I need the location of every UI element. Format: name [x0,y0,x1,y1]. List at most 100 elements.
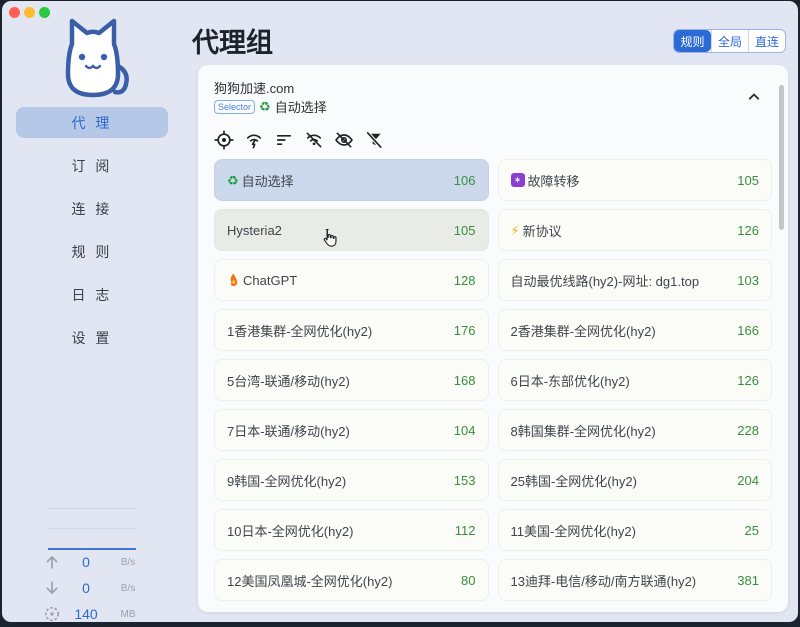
eye-off-icon [334,130,354,150]
arrow-down-icon [42,578,62,598]
proxy-node[interactable]: ✶故障转移 105 [498,159,773,201]
proxy-node-name: 2香港集群-全网优化(hy2) [511,321,734,340]
mode-button[interactable]: 规则 [674,30,711,52]
sidebar-item-0[interactable]: 代 理 [16,107,168,138]
stat-unit: B/s [110,557,146,568]
sidebar-item-label: 订 阅 [72,156,113,176]
proxy-node-latency: 126 [737,373,759,388]
filter-off-icon [364,130,384,150]
lightning-icon: ⚡ [511,224,520,237]
recycle-icon: ♻ [259,100,271,113]
proxy-node[interactable]: 8韩国集群-全网优化(hy2) 228 [498,409,773,451]
proxy-node-name: ✶故障转移 [511,171,734,190]
proxy-node[interactable]: 9韩国-全网优化(hy2) 153 [214,459,489,501]
speed-test-icon [244,130,264,150]
current-selected-node: 自动选择 [275,97,327,116]
recycle-icon: ♻ [227,174,239,187]
traffic-stats: 0 B/s 0 B/s 140 MB [42,549,152,622]
proxy-node[interactable]: 12美国凤凰城-全网优化(hy2) 80 [214,559,489,601]
eye-off-button[interactable] [334,130,354,150]
proxy-node-latency: 228 [737,423,759,438]
stat-row: 0 B/s [42,575,152,601]
group-name: 狗狗加速.com [214,78,294,97]
proxy-node-name: 8韩国集群-全网优化(hy2) [511,421,734,440]
globe-icon [42,604,62,622]
sidebar-item-5[interactable]: 设 置 [16,322,168,353]
failover-badge-icon: ✶ [511,173,525,187]
mode-switch: 规则全局直连 [673,29,786,53]
proxy-node-latency: 166 [737,323,759,338]
proxy-node[interactable]: Hysteria2 105 [214,209,489,251]
collapse-chevron-up-icon[interactable] [744,87,764,107]
node-grid: ♻自动选择 106 ✶故障转移 105 Hysteria2 105 ⚡新协议 1… [214,159,772,601]
locate-button[interactable] [214,130,234,150]
proxy-node-name: 9韩国-全网优化(hy2) [227,471,450,490]
proxy-node[interactable]: 5台湾-联通/移动(hy2) 168 [214,359,489,401]
proxy-node-name: 10日本-全网优化(hy2) [227,521,451,540]
proxy-node-latency: 168 [454,373,476,388]
proxy-node-name: ⚡新协议 [511,221,734,240]
proxy-node-name: 5台湾-联通/移动(hy2) [227,371,450,390]
mode-button[interactable]: 直连 [748,30,785,52]
sort-icon [274,130,294,150]
stat-unit: MB [110,609,146,620]
proxy-node-latency: 25 [745,523,759,538]
proxy-node[interactable]: 1香港集群-全网优化(hy2) 176 [214,309,489,351]
page-title: 代理组 [192,21,273,60]
traffic-sparkline [48,508,136,550]
proxy-node-name: 12美国凤凰城-全网优化(hy2) [227,571,457,590]
scrollbar-thumb[interactable] [779,85,784,230]
wifi-off-button[interactable] [304,130,324,150]
proxy-node-latency: 105 [737,173,759,188]
proxy-node-latency: 106 [454,173,476,188]
proxy-node-latency: 381 [737,573,759,588]
proxy-node-latency: 128 [454,273,476,288]
proxy-node-name: 11美国-全网优化(hy2) [511,521,741,540]
proxy-node-latency: 153 [454,473,476,488]
proxy-node-latency: 204 [737,473,759,488]
sidebar-item-2[interactable]: 连 接 [16,193,168,224]
proxy-node[interactable]: 25韩国-全网优化(hy2) 204 [498,459,773,501]
proxy-node[interactable]: 10日本-全网优化(hy2) 112 [214,509,489,551]
cat-logo-icon [57,13,129,103]
proxy-node[interactable]: 2香港集群-全网优化(hy2) 166 [498,309,773,351]
proxy-node[interactable]: ⚡新协议 126 [498,209,773,251]
proxy-node[interactable]: 13迪拜-电信/移动/南方联通(hy2) 381 [498,559,773,601]
proxy-node[interactable]: 7日本-联通/移动(hy2) 104 [214,409,489,451]
proxy-node-name: 7日本-联通/移动(hy2) [227,421,450,440]
proxy-node[interactable]: 自动最优线路(hy2)-网址: dg1.top 103 [498,259,773,301]
fire-icon [227,273,240,287]
wifi-off-icon [304,130,324,150]
sidebar-nav: 代 理订 阅连 接规 则日 志设 置 [2,107,182,365]
proxy-node-name: 6日本-东部优化(hy2) [511,371,734,390]
locate-icon [214,130,234,150]
proxy-node[interactable]: 6日本-东部优化(hy2) 126 [498,359,773,401]
sidebar-item-label: 日 志 [72,285,113,305]
sidebar-item-1[interactable]: 订 阅 [16,150,168,181]
sidebar-item-label: 连 接 [72,199,113,219]
sidebar-item-label: 代 理 [72,113,113,133]
stat-value: 140 [62,606,110,622]
proxy-node-latency: 103 [737,273,759,288]
speed-test-button[interactable] [244,130,264,150]
sidebar-item-3[interactable]: 规 则 [16,236,168,267]
sort-button[interactable] [274,130,294,150]
proxy-node[interactable]: ♻自动选择 106 [214,159,489,201]
proxy-node-latency: 104 [454,423,476,438]
selector-type-badge: Selector [214,100,255,114]
mode-button[interactable]: 全局 [711,30,748,52]
mode-label: 直连 [755,33,779,50]
mode-label: 全局 [718,33,742,50]
stat-row: 0 B/s [42,549,152,575]
proxy-node[interactable]: ChatGPT 128 [214,259,489,301]
sidebar-item-4[interactable]: 日 志 [16,279,168,310]
proxy-node-name: 自动最优线路(hy2)-网址: dg1.top [511,271,734,290]
arrow-up-icon [42,552,62,572]
proxy-node[interactable]: 11美国-全网优化(hy2) 25 [498,509,773,551]
proxy-node-name: 1香港集群-全网优化(hy2) [227,321,450,340]
stat-unit: B/s [110,583,146,594]
filter-off-button[interactable] [364,130,384,150]
proxy-node-latency: 112 [455,523,476,538]
sidebar: 代 理订 阅连 接规 则日 志设 置 0 B/s 0 B/s 140 MB [2,1,182,622]
sidebar-item-label: 规 则 [72,242,113,262]
